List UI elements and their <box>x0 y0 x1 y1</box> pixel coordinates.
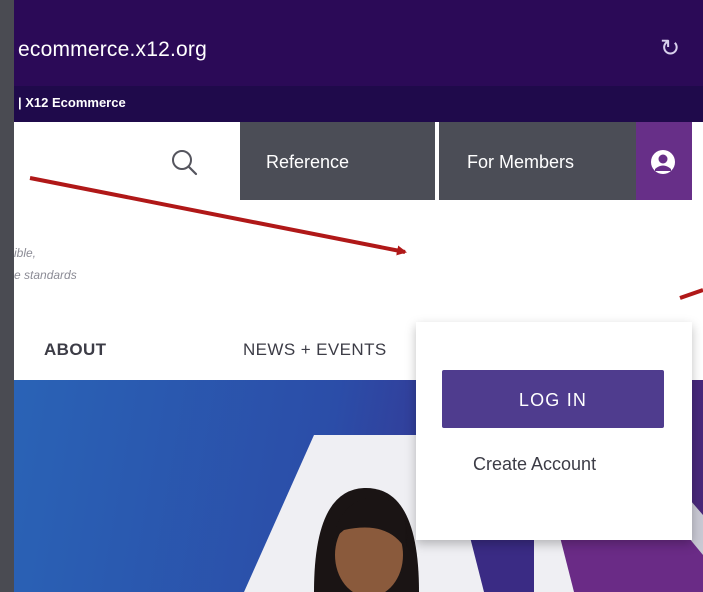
device-screen: ecommerce.x12.org ↻ | X12 Ecommerce Refe… <box>14 0 703 592</box>
nav-reference-label: Reference <box>266 152 350 172</box>
browser-url-bar: ecommerce.x12.org ↻ <box>14 0 703 86</box>
tagline: ible, e standards <box>14 242 77 286</box>
tagline-line-2: e standards <box>14 268 77 282</box>
url-text[interactable]: ecommerce.x12.org <box>18 38 207 62</box>
search-icon <box>172 150 198 176</box>
tagline-line-1: ible, <box>14 246 37 260</box>
nav-members-label: For Members <box>467 152 575 172</box>
browser-tab-bar: | X12 Ecommerce <box>14 86 703 122</box>
tab-title[interactable]: | X12 Ecommerce <box>18 95 126 110</box>
account-dropdown: LOG IN Create Account <box>416 322 692 540</box>
login-button[interactable]: LOG IN <box>442 370 664 428</box>
reload-icon[interactable]: ↻ <box>657 36 683 62</box>
nav-reference-button[interactable]: Reference <box>240 122 435 200</box>
nav-members-button[interactable]: For Members <box>439 122 636 200</box>
menu-about[interactable]: ABOUT <box>44 340 106 360</box>
menu-news-events[interactable]: NEWS + EVENTS <box>243 340 387 360</box>
create-account-link[interactable]: Create Account <box>473 454 596 475</box>
search-button[interactable] <box>166 144 204 182</box>
site-header: Reference For Members ible, e standards … <box>14 122 703 540</box>
user-icon <box>651 150 675 174</box>
user-account-button[interactable] <box>636 122 692 200</box>
